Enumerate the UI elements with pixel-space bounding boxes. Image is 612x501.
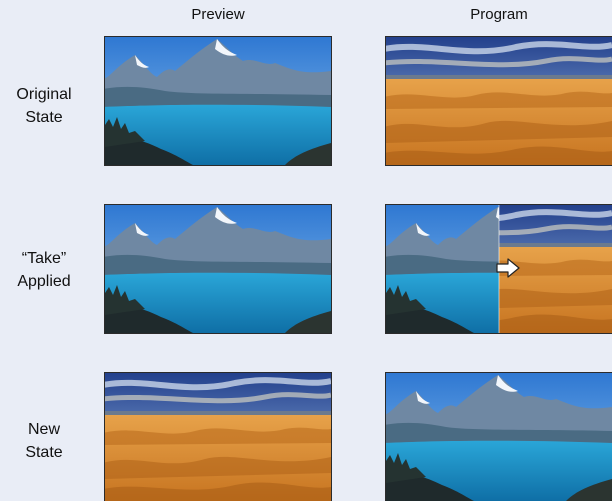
mountain-lake-image bbox=[105, 37, 331, 165]
desert-dunes-image bbox=[386, 37, 612, 165]
mountain-lake-image bbox=[105, 205, 331, 333]
program-thumbnail-new bbox=[385, 372, 612, 501]
row-label-line: State bbox=[25, 444, 63, 461]
mountain-lake-image bbox=[386, 373, 612, 501]
program-thumbnail-original bbox=[385, 36, 612, 166]
preview-column-heading: Preview bbox=[191, 6, 245, 23]
row-label-line: Applied bbox=[17, 273, 71, 290]
program-column-heading: Program bbox=[470, 6, 528, 23]
row-label-line: “Take” bbox=[21, 250, 67, 267]
row-label-take-applied: “Take” Applied bbox=[0, 247, 88, 293]
preview-thumbnail-original bbox=[104, 36, 332, 166]
row-label-line: State bbox=[25, 109, 63, 126]
row-label-new-state: New State bbox=[0, 418, 88, 464]
row-label-line: New bbox=[27, 421, 60, 438]
preview-thumbnail-new bbox=[104, 372, 332, 501]
row-label-original-state: Original State bbox=[0, 83, 88, 129]
preview-thumbnail-take bbox=[104, 204, 332, 334]
transition-arrow-icon bbox=[496, 258, 520, 278]
row-label-line: Original bbox=[16, 86, 72, 103]
desert-dunes-image bbox=[105, 373, 331, 501]
